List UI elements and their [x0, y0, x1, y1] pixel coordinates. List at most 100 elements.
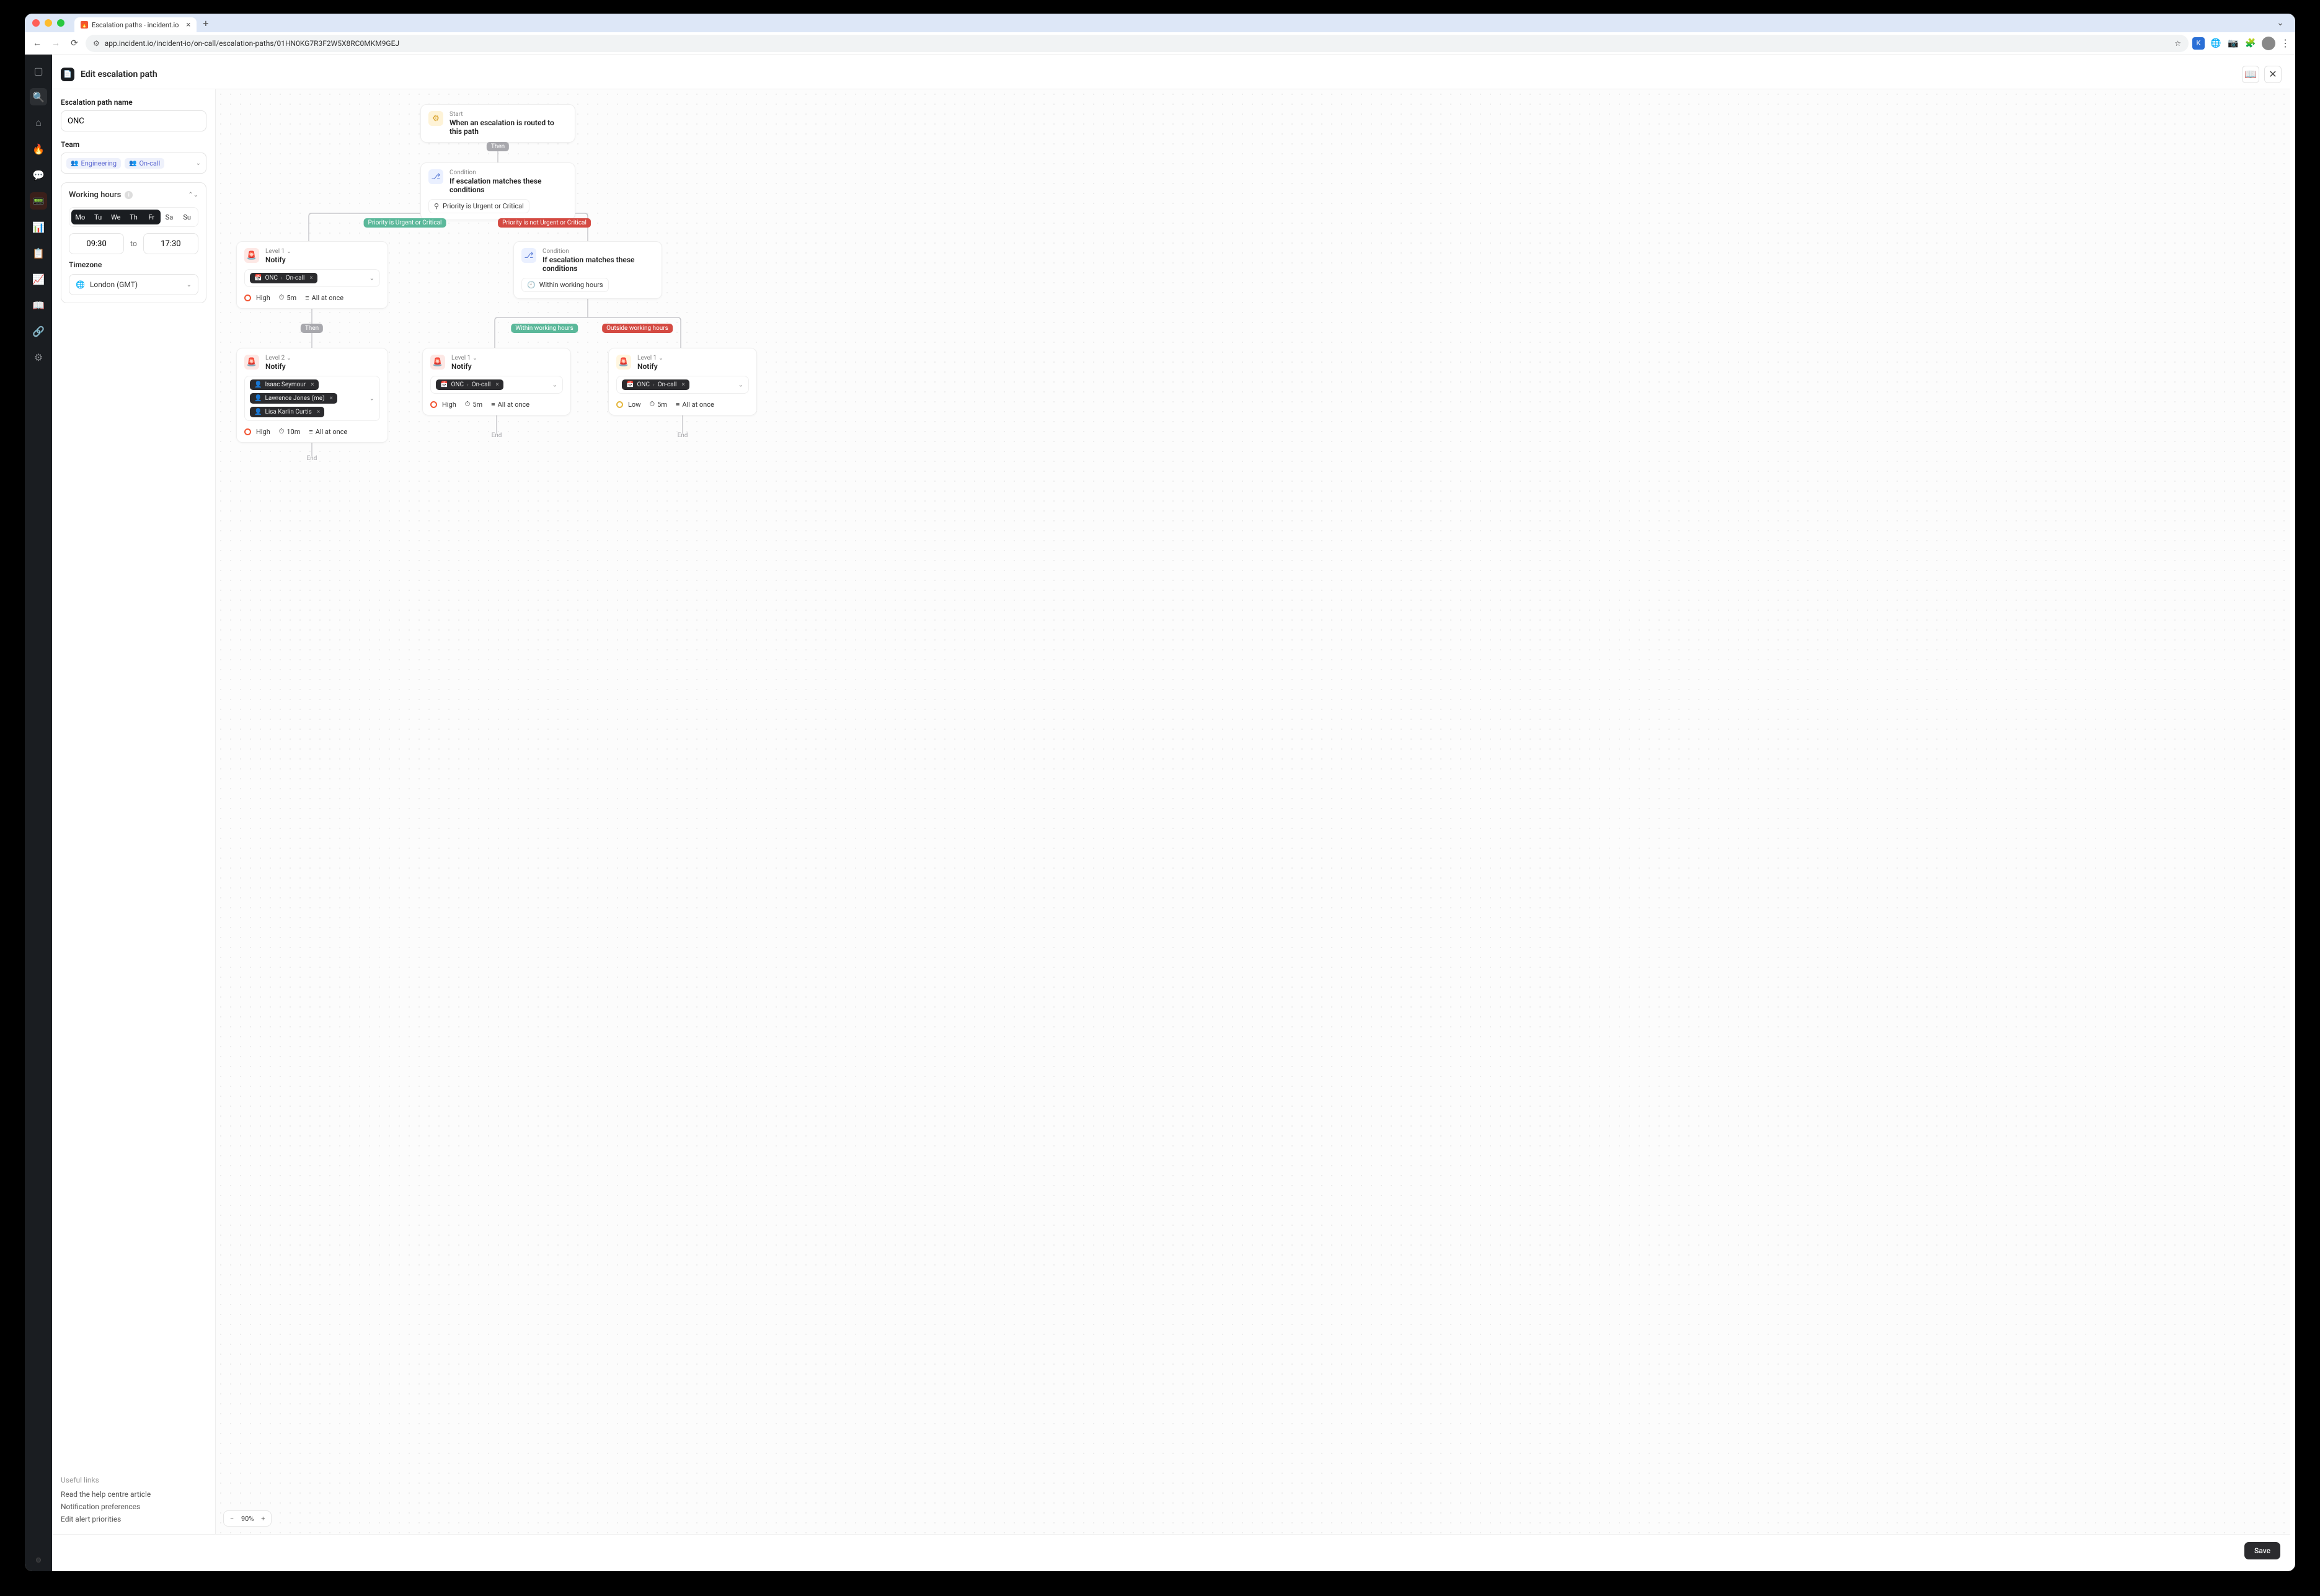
remove-icon[interactable]: × — [309, 275, 312, 282]
team-tag-oncall[interactable]: 👥On-call — [125, 158, 164, 169]
chevron-down-icon[interactable]: ⌄ — [286, 249, 291, 255]
name-input[interactable] — [61, 110, 206, 131]
rail-docs-icon[interactable]: 📖 — [30, 296, 47, 314]
day-sa[interactable]: Sa — [161, 210, 179, 224]
tab-close-icon[interactable]: × — [186, 20, 190, 30]
link-help-centre[interactable]: Read the help centre article — [61, 1488, 206, 1501]
profile-avatar[interactable] — [2262, 37, 2275, 50]
extension-2-icon[interactable]: 🌐 — [2210, 37, 2222, 50]
browser-tab[interactable]: 🔥 Escalation paths - incident.io × — [74, 17, 197, 32]
target-pill-person[interactable]: 👤Lawrence Jones (me)× — [250, 393, 337, 404]
window-minimize-icon[interactable] — [45, 19, 52, 27]
target-pill-person[interactable]: 👤Lisa Karlin Curtis× — [250, 407, 324, 417]
link-notification-prefs[interactable]: Notification preferences — [61, 1501, 206, 1513]
extensions-icon[interactable]: 🧩 — [2244, 37, 2257, 50]
time-to-input[interactable]: 17:30 — [143, 233, 198, 254]
order-indicator[interactable]: ≡All at once — [676, 401, 714, 409]
order-indicator[interactable]: ≡All at once — [305, 294, 343, 302]
condition-chip[interactable]: 🕘Within working hours — [521, 278, 609, 292]
rail-status-dot[interactable] — [36, 1558, 41, 1563]
remove-icon[interactable]: × — [495, 381, 498, 388]
target-pill-schedule[interactable]: 📅 ONC › On-call × — [622, 379, 689, 390]
forward-button[interactable]: → — [48, 36, 63, 51]
day-mo[interactable]: Mo — [71, 210, 89, 224]
link-alert-priorities[interactable]: Edit alert priorities — [61, 1513, 206, 1525]
chevron-down-icon[interactable]: ⌄ — [286, 355, 291, 361]
time-from-input[interactable]: 09:30 — [69, 233, 124, 254]
notify-target-select[interactable]: 📅 ONC › On-call × ⌄ — [430, 376, 563, 394]
chevron-down-icon[interactable]: ⌄ — [472, 355, 477, 361]
rail-insights-icon[interactable]: 📊 — [30, 218, 47, 236]
docs-button[interactable]: 📖 — [2242, 66, 2259, 83]
collapse-icon[interactable]: ⌃⌄ — [188, 192, 198, 198]
timeout-indicator[interactable]: ⏱5m — [465, 400, 482, 409]
timeout-indicator[interactable]: ⏱5m — [649, 400, 666, 409]
day-th[interactable]: Th — [125, 210, 143, 224]
timeout-indicator[interactable]: ⏱5m — [279, 293, 296, 302]
timezone-select[interactable]: 🌐 London (GMT) ⌄ — [69, 274, 198, 295]
extension-3-icon[interactable]: 📷 — [2227, 37, 2239, 50]
condition-chip[interactable]: ⚲Priority is Urgent or Critical — [428, 199, 529, 213]
rail-dashboard-icon[interactable]: ▢ — [30, 62, 47, 79]
chevron-down-icon[interactable]: ⌄ — [658, 355, 663, 361]
timeout-indicator[interactable]: ⏱10m — [279, 427, 301, 436]
rail-oncall-icon[interactable]: 📟 — [30, 192, 47, 210]
zoom-in-button[interactable]: + — [257, 1515, 268, 1523]
day-we[interactable]: We — [107, 210, 125, 224]
urgency-indicator[interactable]: High — [244, 428, 270, 436]
browser-menu-icon[interactable]: ⋮ — [2280, 37, 2290, 49]
extension-1-icon[interactable]: K — [2192, 37, 2205, 50]
site-settings-icon[interactable]: ⚙ — [93, 39, 100, 48]
node-condition-hours[interactable]: ⎇ Condition If escalation matches these … — [513, 241, 662, 299]
rail-tasks-icon[interactable]: 📋 — [30, 244, 47, 262]
rail-search-icon[interactable]: 🔍 — [30, 88, 47, 105]
close-button[interactable]: ✕ — [2264, 66, 2282, 83]
node-notify-level1-urgent[interactable]: 🚨 Level 1⌄ Notify 📅 ONC › On-ca — [236, 241, 388, 309]
rail-org-icon[interactable]: 🔗 — [30, 322, 47, 340]
target-pill-schedule[interactable]: 📅 ONC › On-call × — [250, 273, 317, 283]
node-condition-priority[interactable]: ⎇ Condition If escalation matches these … — [420, 162, 575, 220]
zoom-out-button[interactable]: − — [226, 1515, 237, 1523]
notify-target-select[interactable]: 📅 ONC › On-call × ⌄ — [616, 376, 749, 394]
remove-icon[interactable]: × — [330, 395, 333, 402]
edge-label-true: Priority is Urgent or Critical — [364, 218, 446, 228]
window-maximize-icon[interactable] — [57, 19, 64, 27]
rail-reports-icon[interactable]: 📈 — [30, 270, 47, 288]
node-notify-within-hours[interactable]: 🚨 Level 1⌄ Notify 📅 ONC › On-ca — [422, 348, 571, 415]
team-select[interactable]: 👥Engineering 👥On-call ⌄ — [61, 153, 206, 174]
node-start[interactable]: ⚙ Start When an escalation is routed to … — [420, 104, 575, 143]
rail-incidents-icon[interactable]: 🔥 — [30, 140, 47, 157]
team-tag-engineering[interactable]: 👥Engineering — [66, 158, 121, 169]
remove-icon[interactable]: × — [311, 381, 314, 388]
bookmark-star-icon[interactable]: ☆ — [2174, 39, 2181, 48]
new-tab-button[interactable]: + — [203, 17, 208, 29]
address-bar[interactable]: ⚙ app.incident.io/incident-io/on-call/es… — [86, 35, 2189, 52]
window-close-icon[interactable] — [32, 19, 40, 27]
flow-canvas[interactable]: ⚙ Start When an escalation is routed to … — [216, 89, 2290, 1534]
remove-icon[interactable]: × — [681, 381, 684, 388]
order-indicator[interactable]: ≡All at once — [309, 428, 347, 436]
day-su[interactable]: Su — [178, 210, 196, 224]
urgency-indicator[interactable]: Low — [616, 401, 640, 409]
order-indicator[interactable]: ≡All at once — [491, 401, 529, 409]
target-pill-person[interactable]: 👤Isaac Seymour× — [250, 379, 319, 390]
urgency-indicator[interactable]: High — [244, 294, 270, 302]
node-notify-outside-hours[interactable]: 🚨 Level 1⌄ Notify 📅 ONC › On-ca — [608, 348, 757, 415]
notify-target-select[interactable]: 📅 ONC › On-call × ⌄ — [244, 269, 380, 287]
urgency-indicator[interactable]: High — [430, 401, 456, 409]
rail-settings-icon[interactable]: ⚙ — [30, 348, 47, 366]
save-button[interactable]: Save — [2244, 1542, 2280, 1559]
tab-overflow-icon[interactable]: ⌄ — [2273, 16, 2288, 30]
node-notify-level2[interactable]: 🚨 Level 2⌄ Notify 👤Isaac Seymour× 👤Lawre… — [236, 348, 388, 443]
back-button[interactable]: ← — [30, 36, 45, 51]
reload-button[interactable]: ⟳ — [67, 36, 82, 51]
day-fr[interactable]: Fr — [143, 210, 161, 224]
days-selector[interactable]: Mo Tu We Th Fr Sa Su — [69, 207, 198, 227]
rail-alerts-icon[interactable]: 💬 — [30, 166, 47, 184]
day-tu[interactable]: Tu — [89, 210, 107, 224]
target-pill-schedule[interactable]: 📅 ONC › On-call × — [436, 379, 503, 390]
rail-home-icon[interactable]: ⌂ — [30, 114, 47, 131]
info-icon[interactable]: i — [125, 191, 133, 199]
notify-target-select[interactable]: 👤Isaac Seymour× 👤Lawrence Jones (me)× 👤L… — [244, 376, 380, 421]
remove-icon[interactable]: × — [317, 409, 320, 415]
